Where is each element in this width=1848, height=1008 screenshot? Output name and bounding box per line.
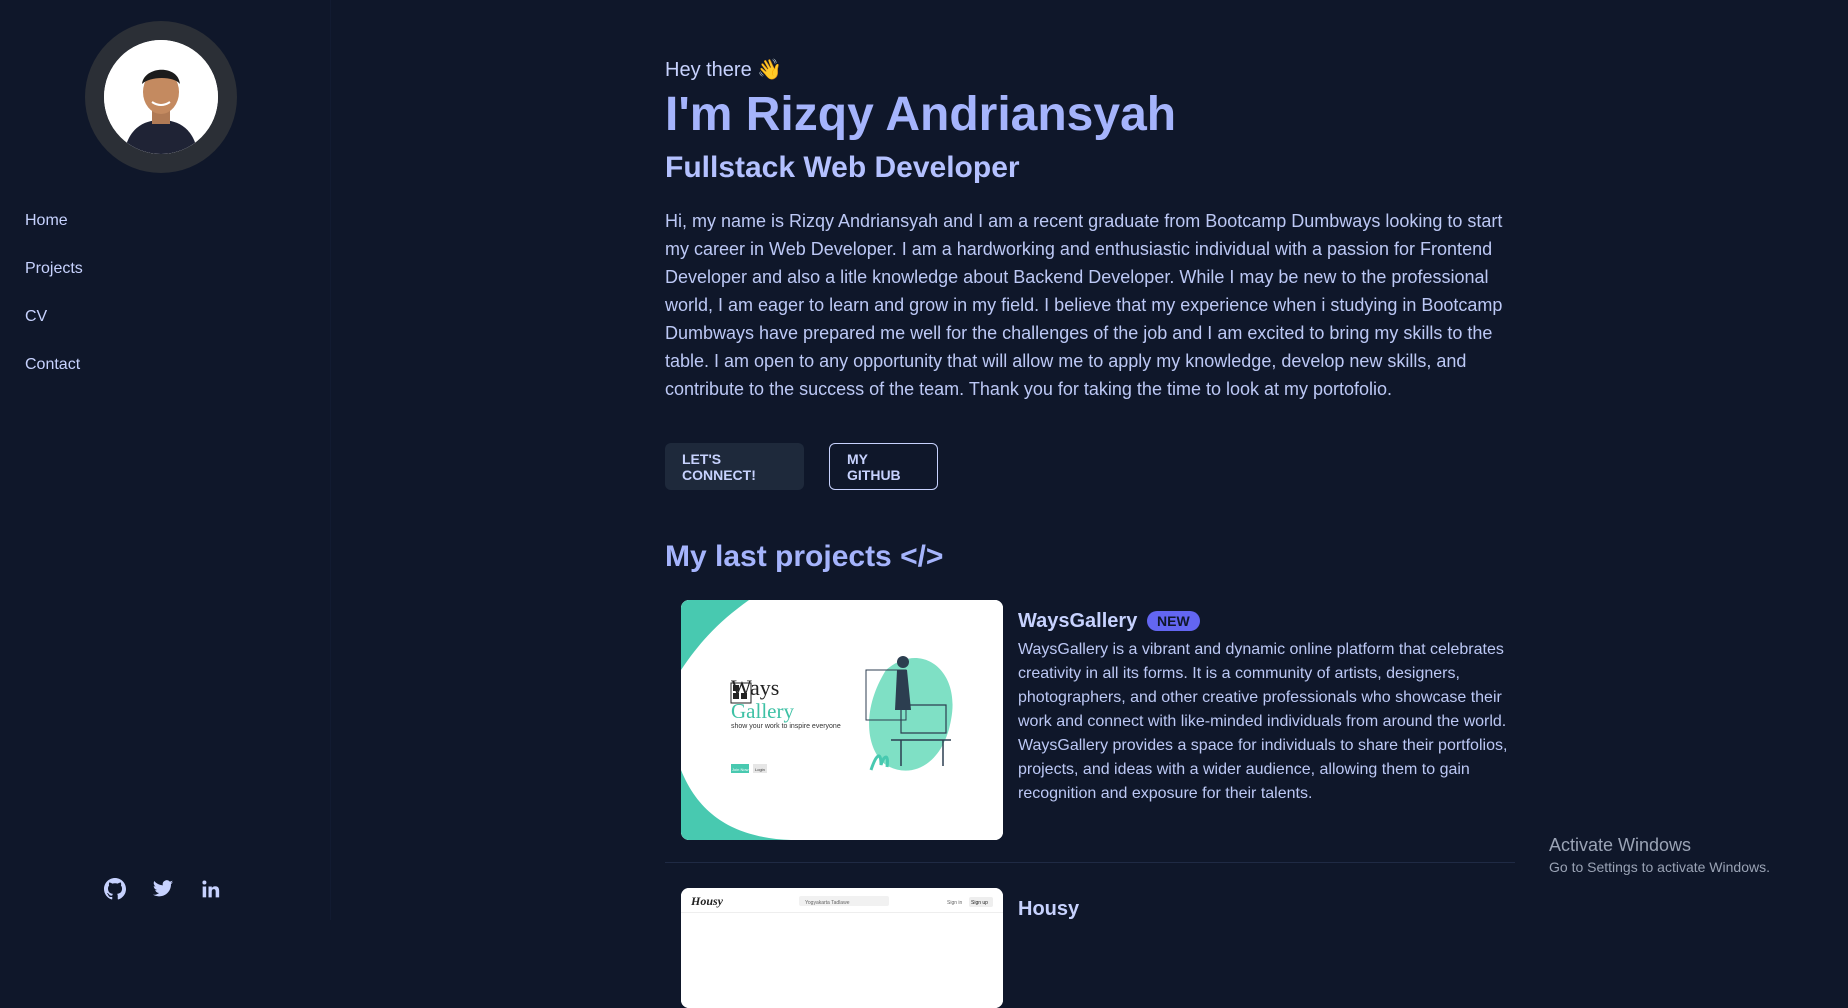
project-title-housy[interactable]: Housy xyxy=(1018,898,1079,921)
hero-actions: LET'S CONNECT! MY GITHUB xyxy=(665,443,1515,490)
thumb-brand-bottom: Gallery xyxy=(731,699,794,723)
waysgallery-illustration: show your work to inspire everyone Join … xyxy=(681,600,1003,840)
nav-cv[interactable]: CV xyxy=(25,301,83,349)
housy-illustration: Yogyakarta Tadlawe Sign in Sign up xyxy=(681,888,1003,1008)
project-thumbnail-housy[interactable]: Yogyakarta Tadlawe Sign in Sign up Housy xyxy=(681,888,1003,1008)
github-icon[interactable] xyxy=(102,876,128,902)
twitter-icon[interactable] xyxy=(150,876,176,902)
social-links xyxy=(102,876,224,902)
nav-contact[interactable]: Contact xyxy=(25,349,83,397)
sidebar: Home Projects CV Contact xyxy=(0,0,331,920)
project-title-waysgallery[interactable]: WaysGallery xyxy=(1018,610,1137,633)
thumb-brand-top: Ways xyxy=(731,675,780,700)
thumb-tagline: show your work to inspire everyone xyxy=(731,723,841,730)
project-description-waysgallery: WaysGallery is a vibrant and dynamic onl… xyxy=(1018,641,1508,802)
avatar xyxy=(85,21,237,173)
main-content: Hey there 👋 I'm Rizqy Andriansyah Fullst… xyxy=(665,55,1515,1008)
nav-projects[interactable]: Projects xyxy=(25,253,83,301)
nav-home[interactable]: Home xyxy=(25,205,83,253)
new-badge: NEW xyxy=(1147,611,1200,631)
sidebar-nav: Home Projects CV Contact xyxy=(25,205,83,397)
projects-heading: My last projects </> xyxy=(665,540,944,573)
linkedin-icon[interactable] xyxy=(198,876,224,902)
project-divider xyxy=(665,862,1515,863)
housy-search: Yogyakarta Tadlawe xyxy=(805,900,850,906)
project-thumbnail-waysgallery[interactable]: show your work to inspire everyone Join … xyxy=(681,600,1003,840)
housy-logo: Housy xyxy=(691,894,724,908)
windows-activation-watermark: Activate Windows Go to Settings to activ… xyxy=(1549,833,1770,877)
connect-button[interactable]: LET'S CONNECT! xyxy=(665,443,804,490)
watermark-title: Activate Windows xyxy=(1549,835,1692,855)
job-title: Fullstack Web Developer xyxy=(665,151,1020,184)
watermark-subtitle: Go to Settings to activate Windows. xyxy=(1549,859,1770,875)
housy-signup: Sign up xyxy=(971,900,988,906)
bio-text: Hi, my name is Rizqy Andriansyah and I a… xyxy=(665,211,1503,399)
person-photo xyxy=(104,40,218,154)
thumb-join-label: Join Now xyxy=(732,767,749,772)
greeting: Hey there 👋 xyxy=(665,59,783,81)
page-title: I'm Rizqy Andriansyah xyxy=(665,88,1177,141)
thumb-login-label: Login xyxy=(755,767,765,772)
github-button[interactable]: MY GITHUB xyxy=(829,443,938,490)
projects-list: show your work to inspire everyone Join … xyxy=(665,576,1515,1008)
housy-signin: Sign in xyxy=(947,900,963,906)
avatar-photo xyxy=(104,40,218,154)
